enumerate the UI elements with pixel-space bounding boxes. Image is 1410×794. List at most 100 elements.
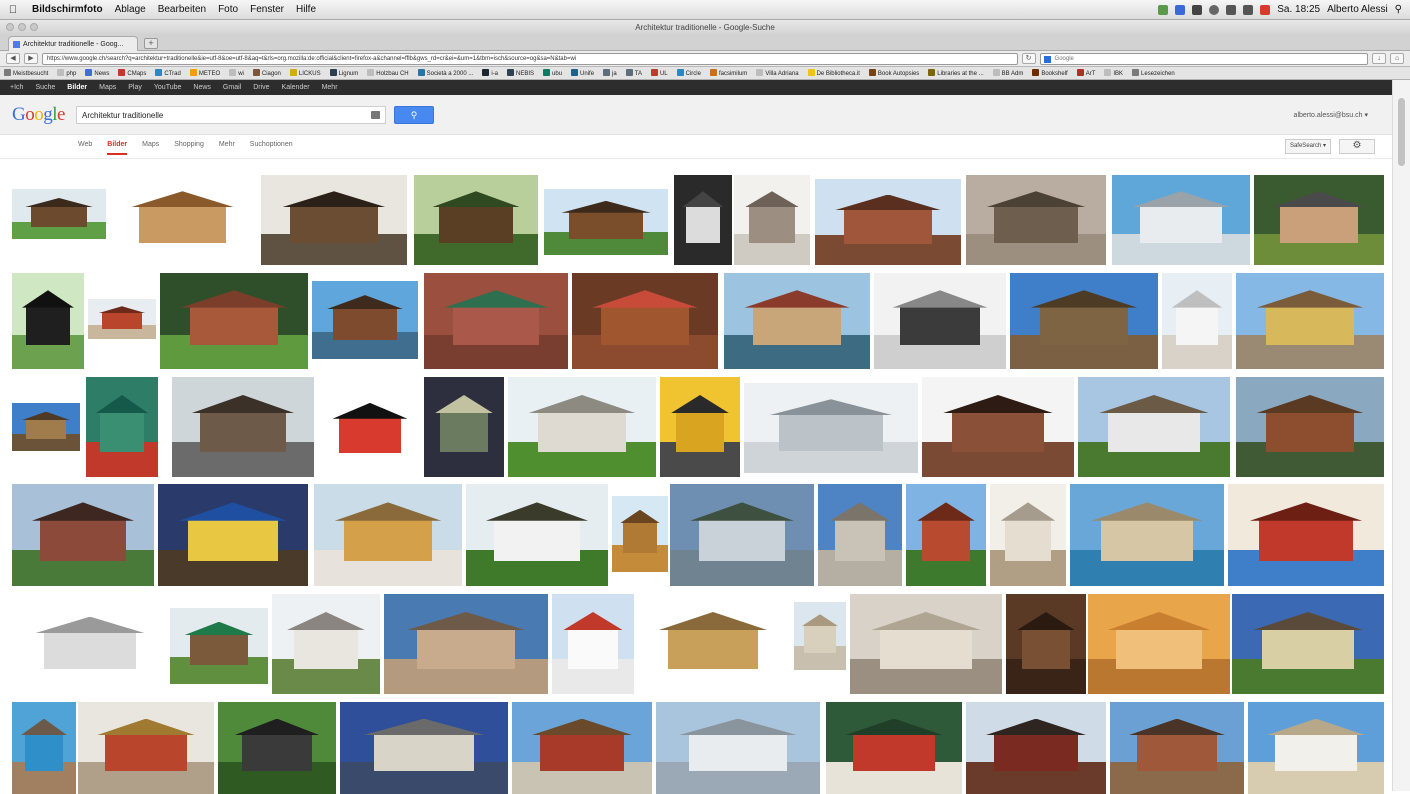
tray-sync-icon[interactable] <box>1175 4 1186 15</box>
bookmark-item[interactable]: ubu <box>543 69 562 77</box>
scrollbar[interactable] <box>1392 80 1410 791</box>
image-result[interactable] <box>12 484 154 586</box>
image-result[interactable] <box>12 702 76 794</box>
bookmark-item[interactable]: IBK <box>1104 69 1123 77</box>
image-result[interactable] <box>340 702 508 794</box>
image-result[interactable] <box>922 377 1074 477</box>
bookmark-item[interactable]: Book Autopsies <box>868 69 919 77</box>
tray-bluetooth-icon[interactable] <box>1209 4 1220 15</box>
bookmark-item[interactable]: Libraries at the ... <box>928 69 984 77</box>
image-result[interactable] <box>656 702 820 794</box>
bookmark-item[interactable]: News <box>85 69 109 77</box>
bookmark-item[interactable]: Circle <box>676 69 701 77</box>
image-result[interactable] <box>1254 175 1384 265</box>
image-result[interactable] <box>12 273 84 369</box>
search-button[interactable]: ⚲ <box>394 106 434 124</box>
scrollbar-thumb[interactable] <box>1398 98 1405 166</box>
image-result[interactable] <box>638 594 788 694</box>
bookmark-item[interactable]: ja <box>603 69 617 77</box>
image-result[interactable] <box>1110 702 1244 794</box>
search-tab[interactable]: Maps <box>142 141 159 155</box>
downloads-icon[interactable]: ↓ <box>1372 53 1387 64</box>
image-result[interactable] <box>424 377 504 477</box>
reload-button[interactable]: ↻ <box>1021 53 1036 64</box>
tray-status-icon[interactable] <box>1158 4 1169 15</box>
image-result[interactable] <box>318 387 422 475</box>
image-result[interactable] <box>874 273 1006 369</box>
menu-ablage[interactable]: Ablage <box>109 4 152 15</box>
image-result[interactable] <box>660 377 740 477</box>
menubar-user[interactable]: Alberto Alessi <box>1327 4 1388 15</box>
image-result[interactable] <box>794 602 846 670</box>
image-result[interactable] <box>314 484 462 586</box>
bookmark-item[interactable]: facsimilum <box>709 69 747 77</box>
image-result[interactable] <box>850 594 1002 694</box>
image-result[interactable] <box>1070 484 1224 586</box>
menubar-clock[interactable]: Sa. 18:25 <box>1277 4 1320 15</box>
bookmark-item[interactable]: Unife <box>571 69 594 77</box>
forward-button[interactable]: ▶ <box>23 53 38 64</box>
gbar-link[interactable]: Play <box>128 84 142 91</box>
image-result[interactable] <box>1236 273 1384 369</box>
search-tab[interactable]: Mehr <box>219 141 235 155</box>
image-result[interactable] <box>1006 594 1086 694</box>
image-result[interactable] <box>12 403 80 451</box>
image-result[interactable] <box>966 702 1106 794</box>
menu-fenster[interactable]: Fenster <box>244 4 290 15</box>
back-button[interactable]: ◀ <box>6 53 20 64</box>
search-tab[interactable]: Shopping <box>174 141 204 155</box>
bookmark-item[interactable]: Holzbau CH <box>367 69 409 77</box>
bookmark-item[interactable]: CTrad <box>155 69 181 77</box>
image-result[interactable] <box>1228 484 1384 586</box>
bookmark-item[interactable]: METEO <box>189 69 220 77</box>
home-icon[interactable]: ⌂ <box>1390 53 1405 64</box>
image-result[interactable] <box>414 175 538 265</box>
close-window-icon[interactable] <box>6 23 14 31</box>
tray-timemachine-icon[interactable] <box>1192 4 1203 15</box>
bookmark-item[interactable]: De Bibliotheca.it <box>807 69 860 77</box>
gbar-link[interactable]: Gmail <box>223 84 241 91</box>
image-result[interactable] <box>552 594 634 694</box>
image-result[interactable] <box>86 377 158 477</box>
tray-wifi-icon[interactable] <box>1226 4 1237 15</box>
bookmark-item[interactable]: CMaps <box>118 69 146 77</box>
image-result[interactable] <box>1162 273 1232 369</box>
image-result[interactable] <box>544 189 668 255</box>
google-logo[interactable]: Google <box>12 104 65 126</box>
search-tab[interactable]: Web <box>78 141 92 155</box>
search-tab[interactable]: Suchoptionen <box>250 141 293 155</box>
image-result[interactable] <box>1248 702 1384 794</box>
image-result[interactable] <box>312 281 418 359</box>
image-result[interactable] <box>1010 273 1158 369</box>
image-result[interactable] <box>12 189 106 239</box>
bookmark-item[interactable]: Ciagon <box>252 69 281 77</box>
menu-app-name[interactable]: Bildschirmfoto <box>26 4 109 15</box>
image-result[interactable] <box>906 484 986 586</box>
image-result[interactable] <box>14 600 166 692</box>
minimize-window-icon[interactable] <box>18 23 26 31</box>
image-result[interactable] <box>160 273 308 369</box>
image-result[interactable] <box>158 484 308 586</box>
image-result[interactable] <box>670 484 814 586</box>
menu-foto[interactable]: Foto <box>212 4 244 15</box>
image-result[interactable] <box>466 484 608 586</box>
bookmark-item[interactable]: php <box>57 69 76 77</box>
image-result[interactable] <box>272 594 380 694</box>
image-result[interactable] <box>88 299 156 339</box>
image-result[interactable] <box>508 377 656 477</box>
url-input[interactable]: https://www.google.ch/search?q=architekt… <box>41 52 1018 65</box>
bookmark-item[interactable]: i-a <box>482 69 498 77</box>
camera-icon[interactable] <box>371 111 380 119</box>
settings-gear-icon[interactable]: ⚙ <box>1339 139 1375 154</box>
gbar-link[interactable]: Suche <box>35 84 55 91</box>
image-result[interactable] <box>424 273 568 369</box>
bookmark-item[interactable]: Bookshelf <box>1032 69 1068 77</box>
bookmark-item[interactable]: BB Adm <box>992 69 1023 77</box>
image-result[interactable] <box>1112 175 1250 265</box>
gbar-link[interactable]: Drive <box>253 84 269 91</box>
search-tab[interactable]: Bilder <box>107 141 128 155</box>
image-result[interactable] <box>261 175 407 265</box>
image-result[interactable] <box>818 484 902 586</box>
gbar-link[interactable]: News <box>193 84 211 91</box>
apple-icon[interactable]:  <box>0 4 26 16</box>
